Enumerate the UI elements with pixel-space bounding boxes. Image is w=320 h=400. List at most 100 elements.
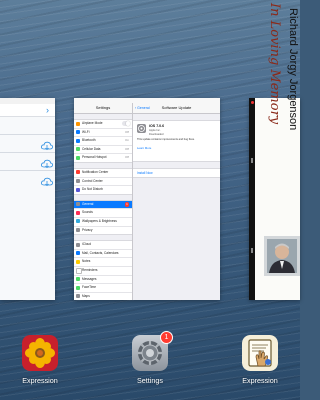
settings-row-label: Bluetooth <box>82 138 96 143</box>
list-divider <box>0 170 55 171</box>
settings-row[interactable]: Bluetooth On <box>74 136 132 145</box>
software-update-pane: ‹ General Software Update iOS 7.0.6 Appl… <box>133 103 220 300</box>
cloud-download-icon[interactable] <box>41 177 53 187</box>
settings-row-label: General <box>82 201 94 206</box>
settings-row-badge: 1 <box>125 202 129 207</box>
dock-app-label: Settings <box>137 376 163 385</box>
settings-row-icon <box>76 259 80 264</box>
airplane-mode-toggle[interactable] <box>122 121 130 126</box>
settings-row-icon <box>76 130 80 135</box>
settings-row[interactable]: Do Not Disturb <box>74 185 132 194</box>
portrait-photo <box>267 239 297 273</box>
settings-row-label: iCloud <box>82 242 92 247</box>
settings-row[interactable]: Notes <box>74 257 132 266</box>
app-switcher-card-left[interactable]: › <box>0 98 55 300</box>
detail-nav-bar: ‹ General Software Update <box>133 103 220 114</box>
dock-app-settings[interactable]: 1 Settings <box>117 331 183 385</box>
cloud-download-icon[interactable] <box>41 141 53 151</box>
settings-row-icon <box>76 294 80 299</box>
update-info-box: iOS 7.0.6 Apple Inc. Downloaded This upd… <box>133 120 220 162</box>
settings-row-label: Control Center <box>82 178 103 183</box>
divider-mark <box>251 158 253 163</box>
settings-row-icon <box>76 170 80 175</box>
settings-row-label: Sounds <box>82 210 93 215</box>
flower-app-icon[interactable] <box>22 335 58 371</box>
settings-row-label: Privacy <box>82 227 93 232</box>
settings-row-icon <box>76 228 80 233</box>
settings-row-value: Off <box>125 146 129 151</box>
settings-row-icon <box>76 277 80 281</box>
settings-row-label: FaceTime <box>82 285 97 290</box>
settings-title: Settings <box>74 103 132 114</box>
gear-app-icon[interactable]: 1 <box>132 331 173 371</box>
dock-app-label: Expression <box>242 376 278 385</box>
settings-row[interactable]: Maps <box>74 291 132 300</box>
notification-badge: 1 <box>160 331 173 344</box>
settings-row[interactable]: Sounds <box>74 208 132 217</box>
settings-row[interactable]: Wi-Fi Off <box>74 127 132 137</box>
settings-gear-icon <box>137 124 146 133</box>
settings-row-icon <box>76 187 80 192</box>
back-label: General <box>137 106 150 110</box>
dock-app-label: Expression <box>22 376 58 385</box>
back-button[interactable]: ‹ General <box>135 103 150 113</box>
hand-card-app-icon[interactable] <box>242 335 278 371</box>
settings-row-label: Reminders <box>82 267 98 272</box>
settings-row[interactable]: Control Center <box>74 176 132 186</box>
cloud-download-icon[interactable] <box>41 159 53 169</box>
settings-row[interactable]: Personal Hotspot Off <box>74 153 132 162</box>
settings-row-label: Cellular Data <box>82 146 101 151</box>
settings-group: Airplane Mode Wi-Fi Off Bluetooth On Cellular… <box>74 119 132 163</box>
settings-group: General 1 Sounds Wallpapers & Brightness Pri… <box>74 199 132 236</box>
settings-row-icon <box>76 155 80 160</box>
settings-row-label: Notes <box>82 259 91 264</box>
dock-app-expression[interactable]: Expression <box>7 335 73 385</box>
red-dot-icon <box>250 101 254 104</box>
settings-row-icon <box>76 242 80 247</box>
learn-more-link[interactable]: Learn More <box>137 146 151 150</box>
settings-row-icon <box>76 251 80 256</box>
settings-row[interactable]: Messages <box>74 274 132 284</box>
list-divider <box>0 152 55 153</box>
settings-row-icon <box>76 285 80 290</box>
update-name: iOS 7.0.6 <box>149 124 165 128</box>
settings-row-label: Mail, Contacts, Calendars <box>82 250 119 255</box>
settings-row-label: Wallpapers & Brightness <box>82 218 117 223</box>
detail-title: Software Update <box>161 105 192 110</box>
settings-master-list: Settings Airplane Mode Wi-Fi Off Bluetooth O… <box>74 103 133 300</box>
nav-bar: › <box>0 104 55 117</box>
settings-row-label: Maps <box>82 293 90 298</box>
settings-row[interactable]: FaceTime <box>74 283 132 292</box>
settings-row[interactable]: Notification Center <box>74 169 132 177</box>
settings-row[interactable]: Airplane Mode <box>74 120 132 128</box>
settings-group: Notification Center Control Center Do Not … <box>74 167 132 195</box>
portrait-frame <box>264 236 300 276</box>
chevron-right-icon[interactable]: › <box>46 104 49 116</box>
settings-row[interactable]: Mail, Contacts, Calendars <box>74 248 132 258</box>
settings-row-value: Off <box>125 155 129 160</box>
settings-row-label: Messages <box>82 276 97 281</box>
settings-row-label: Personal Hotspot <box>82 155 107 160</box>
settings-row-icon <box>76 268 82 275</box>
divider-mark <box>251 248 253 253</box>
settings-group: iCloud Mail, Contacts, Calendars Notes Remi… <box>74 240 132 300</box>
settings-row[interactable]: Wallpapers & Brightness <box>74 216 132 226</box>
app-switcher-card-settings[interactable]: Settings Airplane Mode Wi-Fi Off Bluetooth O… <box>74 98 220 300</box>
settings-row-icon <box>76 138 80 143</box>
settings-row[interactable]: Reminders <box>74 265 132 275</box>
dock-app-expression-2[interactable]: Expression <box>227 335 293 385</box>
settings-row-icon <box>76 210 80 215</box>
settings-row-label: Do Not Disturb <box>82 187 103 192</box>
settings-row-icon <box>76 202 80 207</box>
install-now-button[interactable]: Install Now <box>133 168 220 178</box>
settings-row[interactable]: General 1 <box>74 200 132 209</box>
settings-row-icon <box>76 219 80 224</box>
memorial-heading: In Loving Memory <box>267 3 282 125</box>
settings-row-label: Airplane Mode <box>82 121 103 125</box>
settings-row[interactable]: iCloud <box>74 241 132 249</box>
memorial-name: Richard Jorgy Jorgenson <box>287 8 299 131</box>
settings-row[interactable]: Privacy <box>74 225 132 235</box>
settings-row[interactable]: Cellular Data Off <box>74 144 132 154</box>
left-strip <box>249 98 255 300</box>
settings-row-value: Off <box>125 129 129 134</box>
